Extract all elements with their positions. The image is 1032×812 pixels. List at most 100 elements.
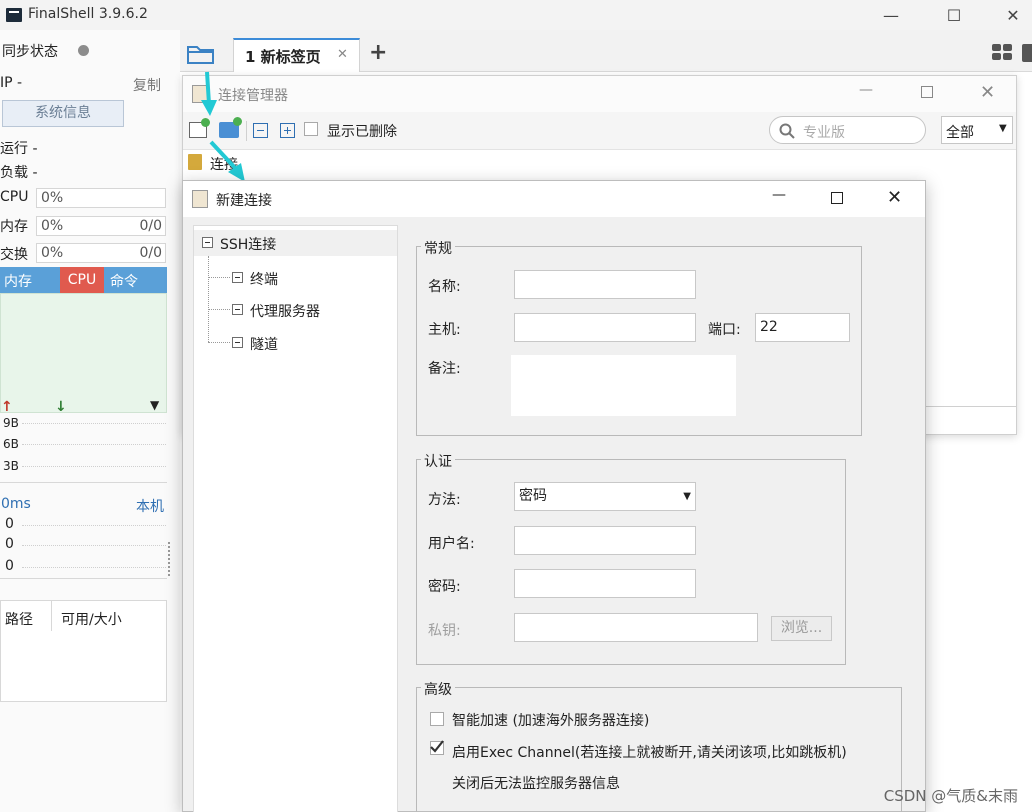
net-tick-1: 9B	[3, 416, 19, 430]
ping-tick-1: 0	[5, 516, 14, 532]
ping-grid-2	[22, 545, 166, 546]
tree-guide	[208, 277, 230, 278]
tab-new-page[interactable]: 1 新标签页 ✕	[233, 38, 360, 72]
swap-value: 0%	[41, 245, 64, 261]
col-divider	[51, 601, 52, 631]
app-title: FinalShell 3.9.6.2	[28, 6, 148, 22]
system-info-button[interactable]: 系统信息	[2, 100, 124, 127]
expand-all-icon[interactable]	[280, 123, 295, 138]
swap-ratio: 0/0	[139, 245, 162, 261]
divider	[0, 482, 167, 483]
collapse-icon[interactable]	[232, 304, 243, 315]
left-panel: 同步状态 IP - 复制 系统信息 运行 - 负载 - CPU 0% 内存 0%…	[0, 30, 180, 812]
checkmark-icon	[430, 740, 444, 753]
ping-tick-3: 0	[5, 558, 14, 574]
collapse-icon[interactable]	[232, 272, 243, 283]
collapse-icon[interactable]	[232, 337, 243, 348]
username-field[interactable]	[514, 526, 696, 555]
tree-item-terminal[interactable]: 终端	[250, 269, 278, 289]
chevron-down-icon: ▼	[683, 491, 691, 502]
tab-new-page-label: 1 新标签页	[245, 48, 321, 66]
exec-channel-note: 关闭后无法监控服务器信息	[452, 776, 620, 792]
layout-grid-icon[interactable]	[992, 44, 1014, 66]
tab-close-icon[interactable]: ✕	[337, 47, 348, 62]
method-select[interactable]: 密码 ▼	[514, 482, 696, 511]
nc-title-bar: 新建连接 — ✕	[183, 181, 925, 217]
net-grid-2	[22, 444, 166, 445]
col-size[interactable]: 可用/大小	[61, 609, 122, 629]
minimize-button[interactable]: —	[868, 0, 914, 30]
smart-accel-checkbox[interactable]	[430, 712, 444, 726]
tab-cpu[interactable]: CPU	[60, 267, 104, 293]
usage-graph	[0, 293, 167, 413]
note-field[interactable]	[511, 355, 736, 416]
chevron-down-icon: ▼	[999, 123, 1007, 134]
cm-close-button[interactable]: ✕	[980, 82, 995, 103]
ip-label: IP -	[0, 75, 23, 91]
tree-guide	[208, 309, 230, 310]
ping-label: 0ms	[1, 496, 31, 512]
swap-meter: 0% 0/0	[36, 243, 166, 263]
java-app-icon	[192, 190, 208, 208]
run-label: 运行 -	[0, 141, 38, 157]
search-placeholder: 专业版	[803, 125, 845, 141]
advanced-legend: 高级	[421, 679, 455, 699]
upload-arrow-icon: ↑	[1, 399, 13, 415]
exec-channel-label: 启用Exec Channel(若连接上就被断开,请关闭该项,比如跳板机)	[452, 745, 847, 761]
show-deleted-checkbox[interactable]	[304, 122, 318, 136]
cm-minimize-button[interactable]: —	[859, 82, 873, 98]
collapse-icon[interactable]	[202, 237, 213, 248]
net-tick-2: 6B	[3, 437, 19, 451]
smart-accel-label: 智能加速 (加速海外服务器连接)	[452, 713, 650, 729]
cpu-meter: 0%	[36, 188, 166, 208]
filter-select[interactable]: 全部 ▼	[941, 116, 1013, 144]
nc-minimize-button[interactable]: —	[772, 187, 786, 203]
host-label: 主机:	[428, 322, 461, 338]
host-field[interactable]	[514, 313, 696, 342]
exec-channel-checkbox[interactable]	[427, 738, 445, 756]
monitor-tabs: 内存 CPU 命令	[0, 267, 167, 293]
nc-maximize-button[interactable]	[831, 192, 843, 204]
tree-guide	[208, 256, 209, 342]
ping-grid-3	[22, 567, 166, 568]
method-value: 密码	[519, 488, 547, 504]
tree-guide	[208, 342, 230, 343]
net-dropdown-icon[interactable]: ▼	[150, 398, 159, 412]
net-tick-3: 3B	[3, 459, 19, 473]
maximize-button[interactable]: ☐	[931, 0, 977, 30]
cm-maximize-button[interactable]	[921, 86, 933, 98]
net-grid-3	[22, 466, 166, 467]
tree-item-ssh[interactable]: SSH连接	[194, 230, 397, 256]
splitter-handle[interactable]	[168, 542, 172, 576]
nc-title: 新建连接	[216, 193, 272, 209]
search-icon	[779, 123, 795, 139]
mem-value: 0%	[41, 218, 64, 234]
local-label[interactable]: 本机	[136, 496, 164, 516]
app-title-bar: FinalShell 3.9.6.2 — ☐ ✕	[0, 0, 1032, 30]
nc-close-button[interactable]: ✕	[887, 187, 902, 208]
password-field[interactable]	[514, 569, 696, 598]
folder-icon[interactable]	[186, 42, 216, 70]
col-path[interactable]: 路径	[5, 609, 33, 629]
tab-command[interactable]: 命令	[110, 271, 138, 291]
annotation-arrows	[201, 71, 245, 182]
add-tab-button[interactable]: +	[369, 40, 387, 65]
download-arrow-icon: ↓	[55, 399, 67, 415]
tree-item-tunnel[interactable]: 隧道	[250, 334, 278, 354]
username-label: 用户名:	[428, 536, 475, 552]
browse-button[interactable]: 浏览...	[771, 616, 832, 641]
name-field[interactable]	[514, 270, 696, 299]
password-label: 密码:	[428, 579, 461, 595]
port-label: 端口:	[708, 322, 741, 338]
sidebar-toggle-icon[interactable]	[1022, 44, 1032, 62]
tab-memory[interactable]: 内存	[4, 271, 32, 291]
ping-grid-1	[22, 525, 166, 526]
search-input[interactable]: 专业版	[769, 116, 926, 144]
close-button[interactable]: ✕	[990, 0, 1032, 30]
copy-link[interactable]: 复制	[133, 75, 161, 95]
port-field[interactable]: 22	[755, 313, 850, 342]
private-key-field[interactable]	[514, 613, 758, 642]
filter-value: 全部	[946, 125, 974, 141]
cpu-value: 0%	[41, 190, 64, 206]
tree-item-proxy[interactable]: 代理服务器	[250, 301, 320, 321]
